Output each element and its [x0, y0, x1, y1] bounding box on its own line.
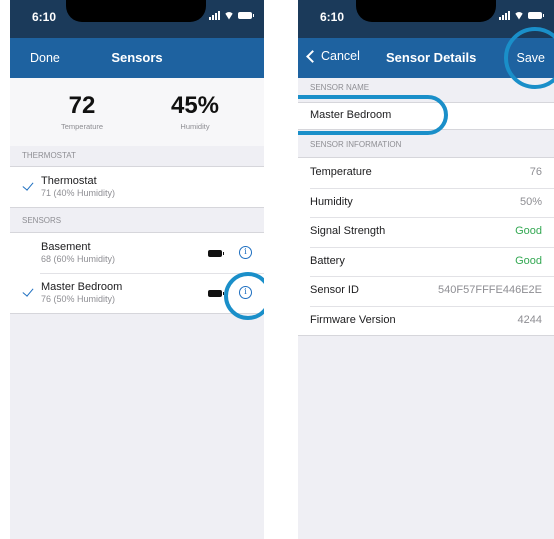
- info-label: Battery: [310, 254, 345, 267]
- info-value: 76: [529, 166, 542, 178]
- battery-status-icon: [528, 12, 544, 19]
- temperature-label: Temperature: [60, 122, 104, 131]
- info-row-firmware-version: Firmware Version 4244: [298, 305, 554, 336]
- info-row-humidity: Humidity 50%: [298, 187, 554, 218]
- wifi-icon: [224, 12, 234, 20]
- status-icons: [499, 11, 544, 20]
- sensor-detail: 76 (50% Humidity): [41, 294, 116, 304]
- chevron-left-icon: [306, 49, 319, 63]
- info-label: Firmware Version: [310, 313, 396, 326]
- checkmark-icon: [22, 285, 34, 297]
- info-value: Good: [515, 225, 542, 237]
- sensor-row-master-bedroom[interactable]: Master Bedroom 76 (50% Humidity) i: [10, 273, 264, 313]
- device-notch: [66, 0, 206, 22]
- save-button[interactable]: Save: [517, 51, 546, 65]
- device-notch: [356, 0, 496, 22]
- nav-bar: Done Sensors: [10, 38, 264, 78]
- sensor-detail: 68 (60% Humidity): [41, 254, 116, 264]
- sensors-list: Basement 68 (60% Humidity) i Master Bedr…: [10, 232, 264, 314]
- humidity-value: 45%: [170, 92, 220, 119]
- info-row-temperature: Temperature 76: [298, 158, 554, 188]
- sensors-screen: 6:10 Done Sensors 72 Temperature 45% Hum…: [10, 0, 264, 539]
- humidity-summary: 45% Humidity: [140, 92, 250, 131]
- thermostat-detail: 71 (40% Humidity): [41, 188, 116, 198]
- sensor-info-section-header: SENSOR INFORMATION: [310, 140, 402, 149]
- info-icon[interactable]: i: [239, 286, 252, 299]
- info-label: Sensor ID: [310, 284, 359, 296]
- info-label: Humidity: [310, 195, 353, 208]
- sensor-name: Master Bedroom: [41, 281, 123, 293]
- sensor-row-basement[interactable]: Basement 68 (60% Humidity) i: [10, 233, 264, 273]
- info-icon[interactable]: i: [239, 246, 252, 259]
- sensor-name-input[interactable]: [310, 109, 510, 121]
- signal-icon: [499, 11, 510, 20]
- sensor-details-screen: 6:10 Cancel Sensor Details Save SENSOR N…: [298, 0, 554, 539]
- sensors-section-header: SENSORS: [22, 216, 62, 225]
- checkmark-icon: [22, 179, 34, 191]
- signal-icon: [209, 11, 220, 20]
- info-row-signal-strength: Signal Strength Good: [298, 217, 554, 247]
- info-value: Good: [515, 254, 542, 267]
- thermostat-row[interactable]: Thermostat 71 (40% Humidity): [10, 167, 264, 207]
- status-bar: 6:10: [298, 0, 554, 38]
- info-value: 540F57FFFE446E2E: [438, 284, 542, 296]
- temperature-summary: 72 Temperature: [27, 92, 137, 131]
- page-title: Sensors: [111, 50, 163, 65]
- status-icons: [209, 11, 254, 20]
- info-value: 4244: [517, 313, 542, 326]
- sensor-info-list: Temperature 76 Humidity 50% Signal Stren…: [298, 157, 554, 336]
- nav-bar: Cancel Sensor Details Save: [298, 38, 554, 78]
- temperature-value: 72: [68, 92, 96, 119]
- status-time: 6:10: [320, 10, 345, 24]
- humidity-label: Humidity: [180, 122, 210, 131]
- sensor-name-section-header: SENSOR NAME: [310, 83, 370, 92]
- thermostat-section-header: THERMOSTAT: [22, 151, 76, 160]
- info-row-battery: Battery Good: [298, 246, 554, 277]
- info-label: Temperature: [310, 166, 372, 178]
- thermostat-name: Thermostat: [41, 175, 97, 187]
- battery-status-icon: [238, 12, 254, 19]
- thermostat-list: Thermostat 71 (40% Humidity): [10, 166, 264, 208]
- status-bar: 6:10: [10, 0, 264, 38]
- info-value: 50%: [519, 195, 542, 208]
- status-time: 6:10: [32, 10, 57, 24]
- climate-summary: 72 Temperature 45% Humidity: [10, 78, 264, 146]
- wifi-icon: [514, 12, 524, 20]
- info-row-sensor-id: Sensor ID 540F57FFFE446E2E: [298, 276, 554, 306]
- sensor-name: Basement: [41, 241, 91, 253]
- sensor-name-field-row: [298, 102, 554, 130]
- battery-icon: [208, 250, 224, 257]
- info-label: Signal Strength: [310, 225, 386, 237]
- battery-icon: [208, 290, 224, 297]
